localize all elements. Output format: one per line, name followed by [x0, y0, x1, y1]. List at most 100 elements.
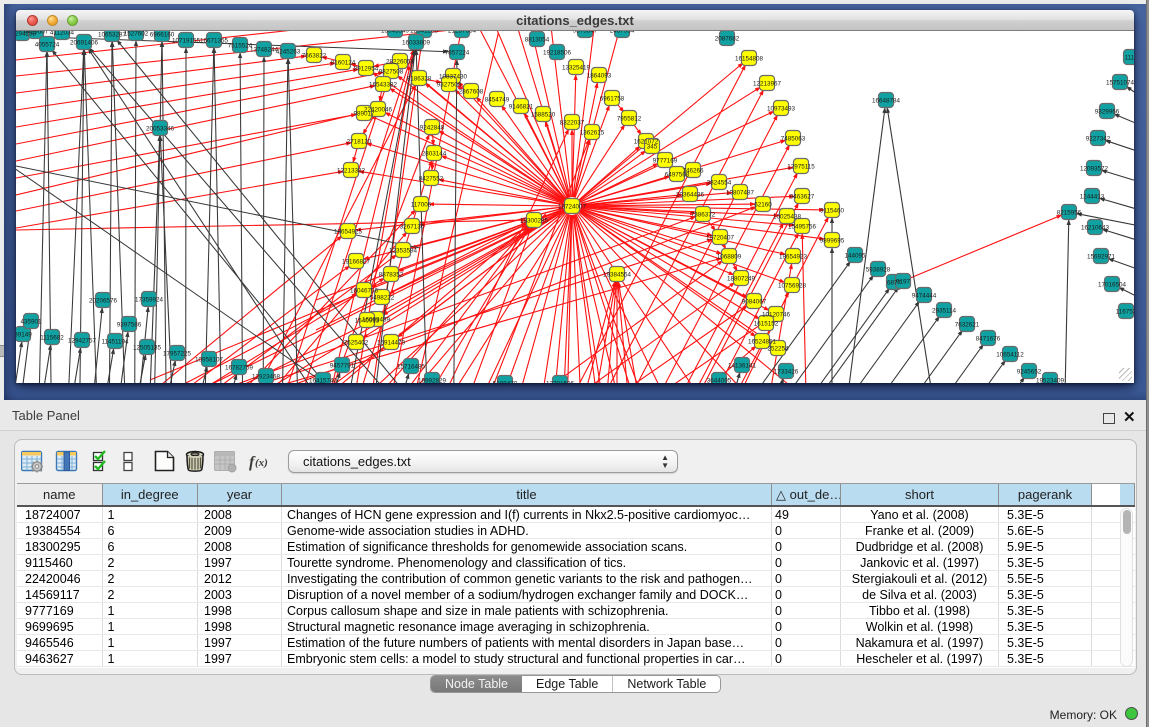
svg-text:2457954: 2457954	[610, 31, 635, 34]
svg-text:9242848: 9242848	[420, 124, 445, 131]
svg-text:15495756: 15495756	[788, 223, 817, 230]
svg-text:8186328: 8186328	[407, 75, 432, 82]
svg-text:10025438: 10025438	[773, 213, 802, 220]
svg-text:435901: 435901	[20, 318, 42, 325]
svg-text:4055724: 4055724	[35, 41, 60, 48]
svg-text:9463627: 9463627	[790, 193, 815, 200]
svg-text:8454749: 8454749	[485, 96, 510, 103]
svg-text:16671355: 16671355	[200, 37, 229, 44]
svg-text:13748244: 13748244	[250, 46, 279, 53]
svg-text:9457791: 9457791	[330, 362, 355, 369]
svg-text:13701506: 13701506	[546, 380, 575, 383]
svg-text:8878352: 8878352	[379, 271, 404, 278]
svg-text:15692971: 15692971	[1087, 253, 1116, 260]
svg-text:7632621: 7632621	[955, 321, 980, 328]
svg-text:3267130: 3267130	[400, 223, 425, 230]
svg-text:3644095: 3644095	[707, 377, 732, 383]
svg-text:9777169: 9777169	[653, 157, 678, 164]
svg-text:10653287: 10653287	[98, 31, 127, 38]
svg-text:7485063: 7485063	[781, 135, 806, 142]
svg-text:12975115: 12975115	[787, 163, 815, 170]
svg-text:9899695: 9899695	[820, 237, 845, 244]
svg-text:12213967: 12213967	[753, 80, 782, 87]
svg-text:5938928: 5938928	[866, 266, 891, 273]
svg-text:1540993: 1540993	[355, 317, 380, 324]
svg-text:7386372: 7386372	[691, 211, 716, 218]
svg-text:10837430: 10837430	[439, 73, 468, 80]
svg-text:8912954: 8912954	[354, 65, 379, 72]
svg-text:4429607: 4429607	[24, 31, 49, 35]
svg-text:8215956: 8215956	[1057, 209, 1082, 216]
svg-text:16524851: 16524851	[748, 338, 777, 345]
svg-text:116753: 116753	[1116, 308, 1134, 315]
svg-text:7955812: 7955812	[617, 115, 642, 122]
svg-text:16046756: 16046756	[350, 287, 379, 294]
svg-text:(x): (x)	[255, 457, 268, 469]
svg-text:12213382: 12213382	[337, 167, 366, 174]
svg-text:117006: 117006	[411, 201, 432, 208]
svg-text:10654112: 10654112	[996, 351, 1024, 358]
svg-text:1864093: 1864093	[587, 72, 612, 79]
svg-text:9875847: 9875847	[573, 31, 598, 34]
svg-text:19384554: 19384554	[603, 271, 632, 278]
svg-text:9827508: 9827508	[379, 68, 404, 75]
svg-text:252254: 252254	[767, 345, 789, 352]
svg-text:5188470: 5188470	[493, 380, 518, 383]
svg-text:20364436: 20364436	[676, 191, 705, 198]
svg-text:14136141: 14136141	[728, 362, 757, 369]
svg-text:10719155: 10719155	[172, 37, 201, 44]
svg-text:9329966: 9329966	[1095, 108, 1120, 115]
svg-text:10973493: 10973493	[767, 105, 796, 112]
svg-text:16210643: 16210643	[1081, 224, 1110, 231]
svg-text:16648784: 16648784	[872, 97, 901, 104]
svg-text:16033809: 16033809	[402, 39, 431, 46]
svg-text:1068809: 1068809	[717, 253, 742, 260]
svg-text:3824554: 3824554	[707, 179, 732, 186]
svg-text:19166827: 19166827	[342, 258, 371, 265]
svg-text:17016504: 17016504	[1098, 281, 1127, 288]
svg-text:13045349: 13045349	[381, 31, 410, 34]
svg-text:9227342: 9227342	[1086, 135, 1111, 142]
svg-text:1588520: 1588520	[531, 111, 556, 118]
svg-text:10958107: 10958107	[195, 356, 224, 363]
svg-text:9115460: 9115460	[820, 207, 845, 214]
svg-text:18300295: 18300295	[520, 217, 549, 224]
svg-text:12541238: 12541238	[410, 31, 439, 34]
svg-text:10756928: 10756928	[778, 282, 807, 289]
svg-text:2867608: 2867608	[459, 88, 484, 95]
svg-text:1117: 1117	[1124, 54, 1134, 61]
svg-text:12353594: 12353594	[389, 247, 418, 254]
svg-text:2935114: 2935114	[932, 307, 957, 314]
svg-text:7663822: 7663822	[302, 52, 327, 59]
svg-text:1615152: 1615152	[754, 320, 779, 327]
svg-text:19654923: 19654923	[779, 253, 808, 260]
svg-text:345: 345	[647, 143, 658, 150]
svg-text:9084067: 9084067	[742, 298, 767, 305]
svg-text:13325419: 13325419	[562, 64, 591, 71]
svg-text:19523409: 19523409	[1036, 377, 1065, 383]
svg-text:39149: 39149	[16, 331, 32, 338]
svg-text:16415740: 16415740	[309, 377, 338, 383]
svg-text:18807249: 18807249	[727, 275, 756, 282]
svg-text:17957225: 17957225	[163, 350, 192, 357]
svg-text:28226058: 28226058	[386, 58, 415, 65]
svg-text:62160: 62160	[754, 201, 772, 208]
svg-text:12093572: 12093572	[1080, 165, 1109, 172]
svg-text:16543382: 16543382	[369, 81, 398, 88]
svg-text:20053346: 20053346	[146, 125, 175, 132]
svg-text:15716485: 15716485	[397, 363, 426, 370]
svg-text:12942757: 12942757	[68, 337, 97, 344]
svg-text:2803144: 2803144	[422, 150, 447, 157]
svg-text:5498222: 5498222	[370, 294, 395, 301]
svg-text:11451194: 11451194	[101, 338, 129, 345]
svg-text:15751074: 15751074	[1106, 79, 1134, 86]
svg-text:20691406: 20691406	[70, 39, 99, 46]
svg-text:1115682: 1115682	[40, 334, 64, 341]
svg-text:9327508: 9327508	[437, 81, 462, 88]
svg-text:4245263: 4245263	[276, 48, 301, 55]
svg-text:9245652: 9245652	[1017, 368, 1042, 375]
svg-text:1527602: 1527602	[124, 31, 149, 37]
svg-text:9146821: 9146821	[509, 103, 534, 110]
svg-text:9397586: 9397586	[117, 321, 142, 328]
svg-text:746266: 746266	[682, 167, 704, 174]
